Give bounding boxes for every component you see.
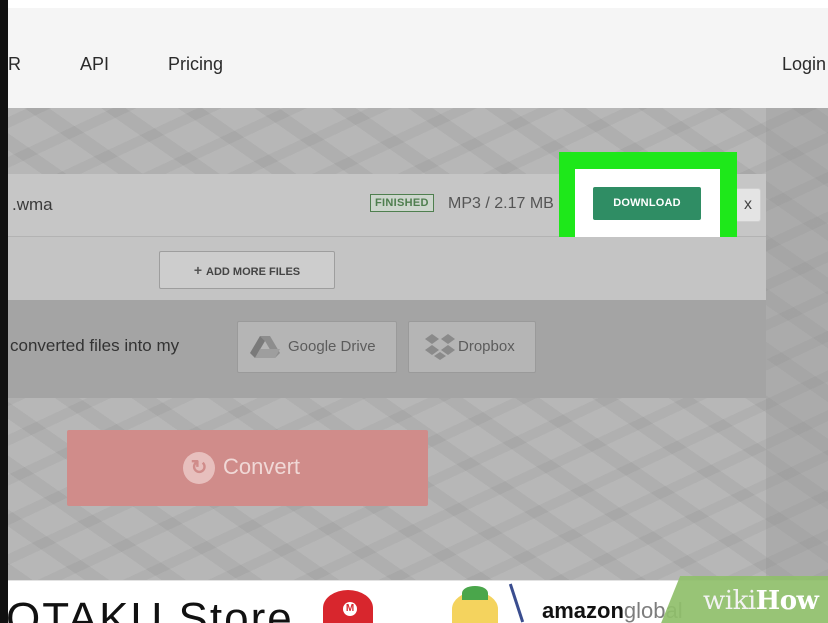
wikihow-wiki: wiki xyxy=(703,586,756,616)
nav-item-api[interactable]: API xyxy=(80,54,109,75)
add-more-label: ADD MORE FILES xyxy=(206,266,301,278)
add-more-files-button[interactable]: + ADD MORE FILES xyxy=(159,251,335,289)
nav-item-pricing[interactable]: Pricing xyxy=(168,54,223,75)
screenshot-frame: R API Pricing Login .wma FINISHED MP3 / … xyxy=(0,0,828,623)
dropbox-icon xyxy=(425,334,455,364)
mario-cap-logo: M xyxy=(343,602,357,616)
login-link[interactable]: Login xyxy=(782,54,826,75)
dropbox-label: Dropbox xyxy=(458,338,515,355)
add-more-row xyxy=(8,237,766,300)
google-drive-label: Google Drive xyxy=(288,338,376,355)
download-button[interactable]: DOWNLOAD xyxy=(593,187,701,220)
store-banner-text: OTAKU Store xyxy=(6,594,294,623)
convert-button[interactable]: ↻ Convert xyxy=(67,430,428,506)
top-navigation: R API Pricing Login xyxy=(8,8,828,109)
right-shade xyxy=(766,108,828,580)
file-info: MP3 / 2.17 MB xyxy=(448,195,554,212)
status-badge: FINISHED xyxy=(370,194,434,212)
refresh-icon: ↻ xyxy=(183,452,215,484)
remove-file-button[interactable]: x xyxy=(735,188,761,222)
link-hat-image xyxy=(462,586,488,600)
wikihow-how: How xyxy=(755,586,819,616)
file-name: .wma xyxy=(12,195,53,214)
amazon-text: amazon xyxy=(542,598,624,623)
dropbox-button[interactable]: Dropbox xyxy=(408,321,536,373)
left-edge xyxy=(0,0,8,623)
google-drive-icon xyxy=(250,336,280,362)
top-strip xyxy=(0,0,828,8)
google-drive-button[interactable]: Google Drive xyxy=(237,321,397,373)
wikihow-watermark: wikiHow xyxy=(703,586,819,616)
nav-item-r[interactable]: R xyxy=(8,54,21,75)
save-label: converted files into my xyxy=(10,336,180,355)
plus-icon: + xyxy=(193,262,203,278)
convert-label: Convert xyxy=(223,454,301,479)
